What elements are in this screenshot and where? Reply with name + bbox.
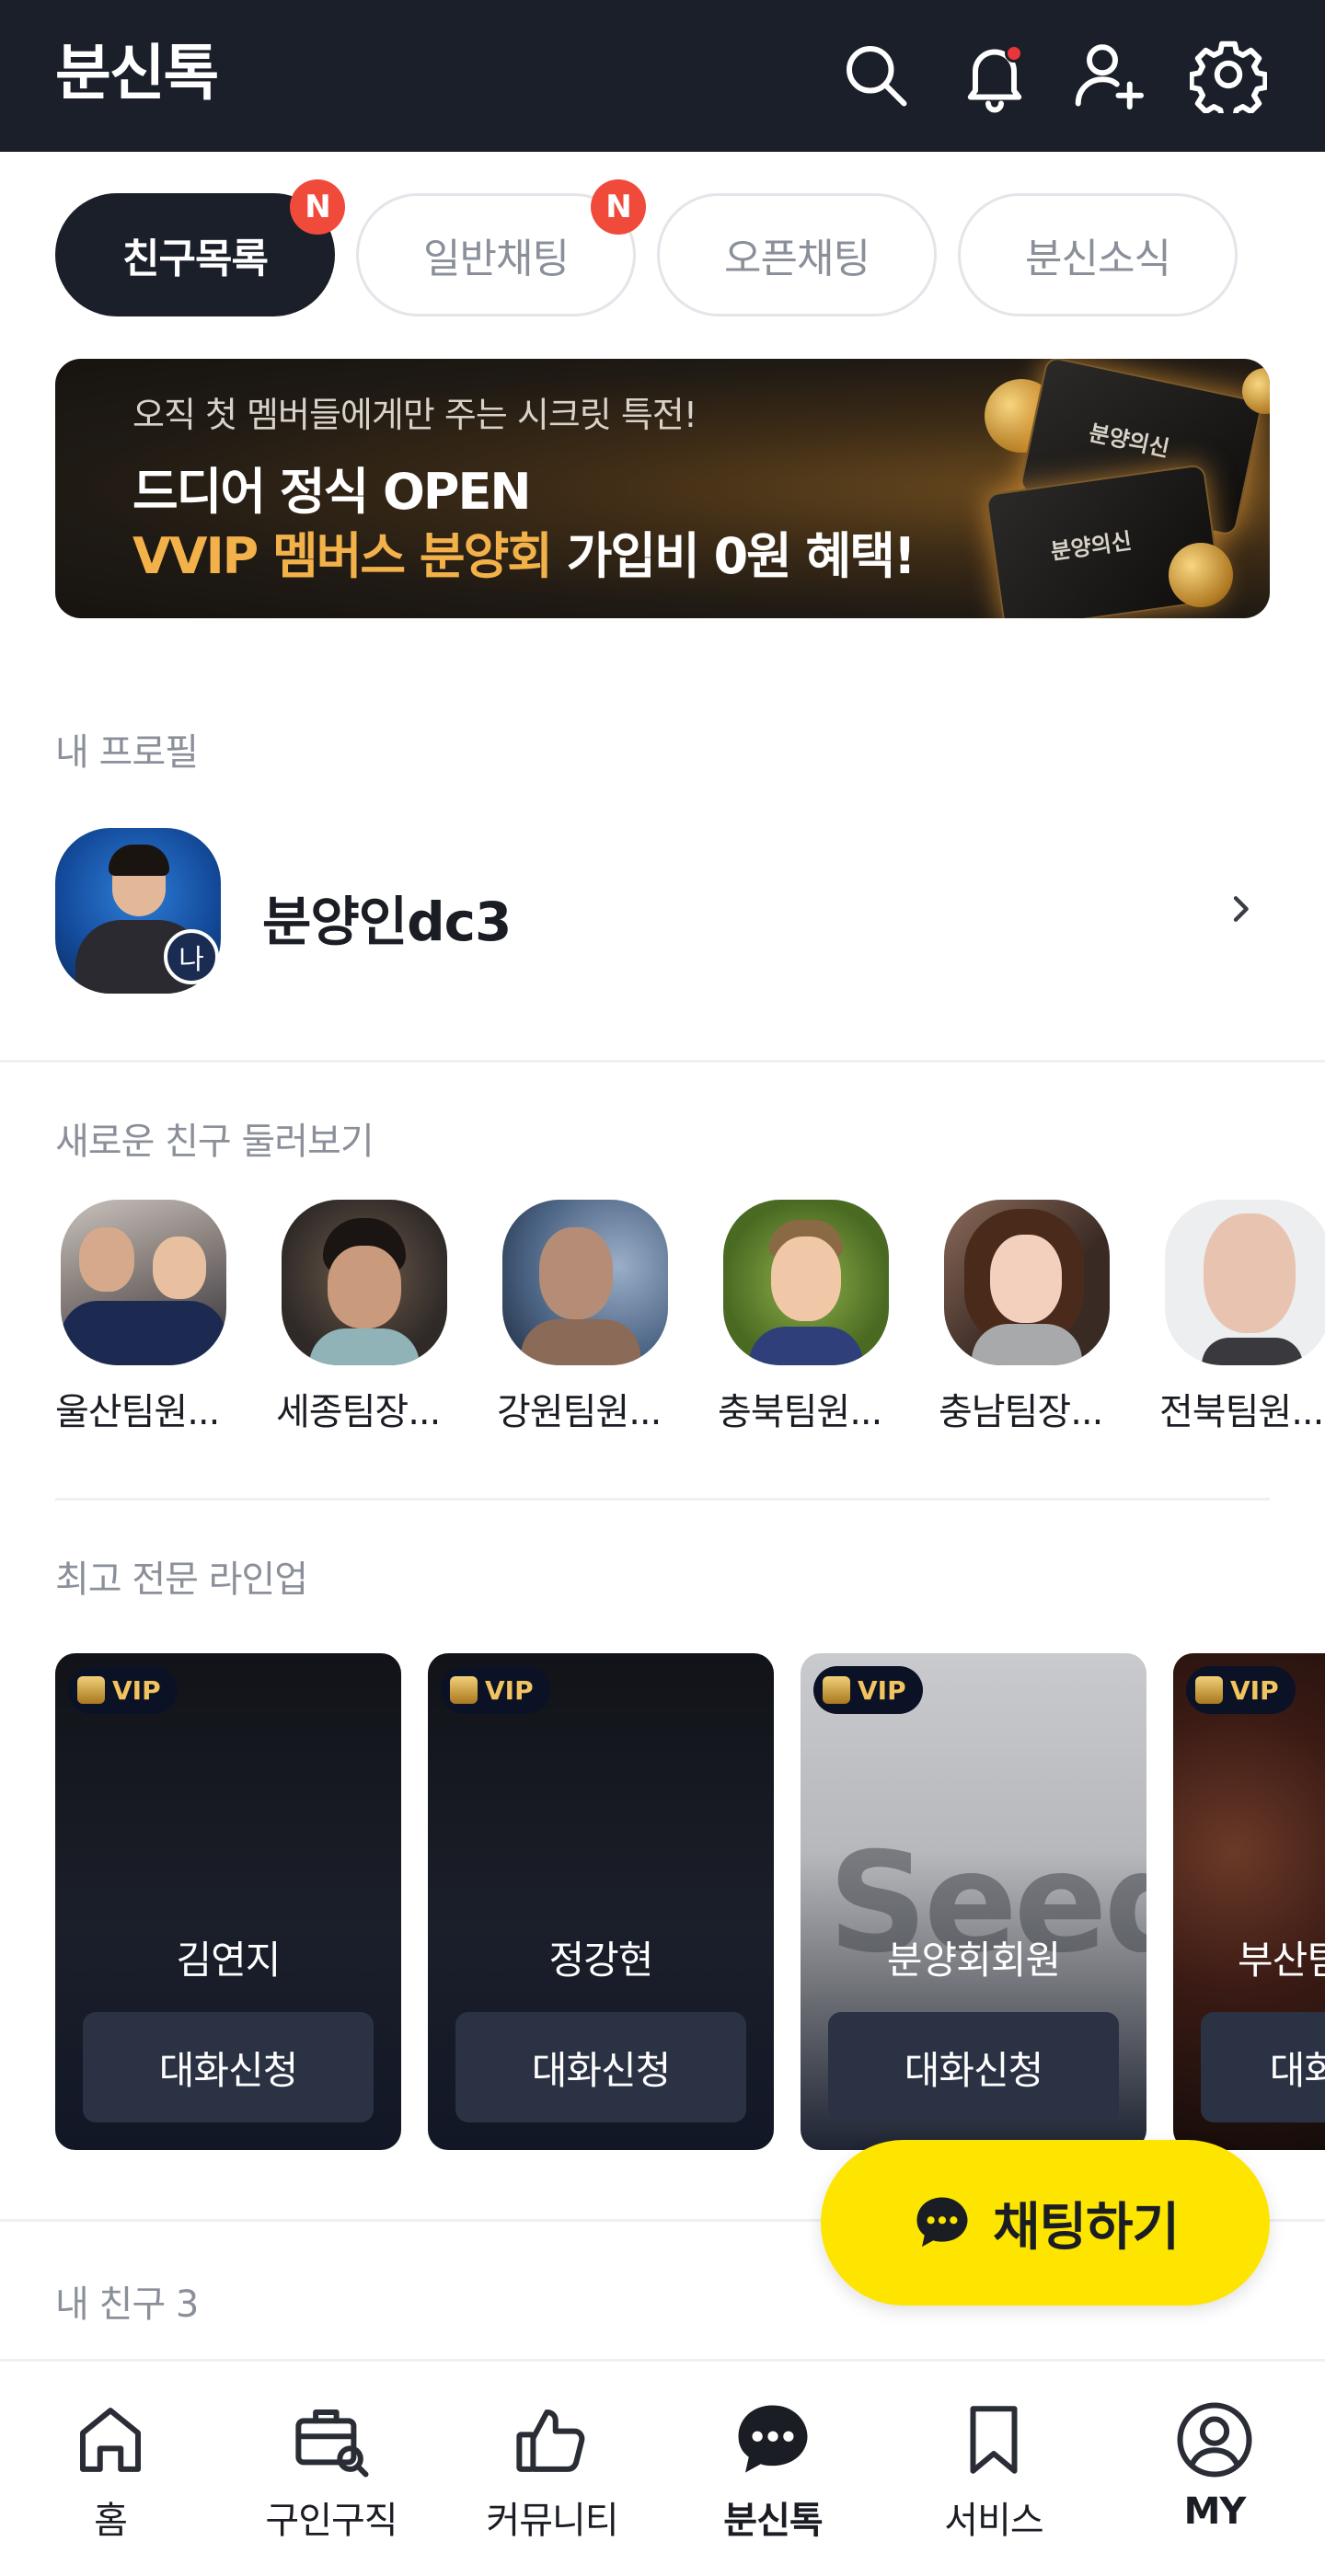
banner-headline: 드디어 정식 OPEN	[132, 463, 532, 521]
avatar	[282, 1200, 447, 1365]
tab-label: 오픈채팅	[724, 236, 870, 282]
avatar	[502, 1200, 668, 1365]
start-chat-label: 채팅하기	[992, 2197, 1180, 2258]
avatar	[944, 1200, 1110, 1365]
request-chat-button[interactable]: 대화신청	[828, 2012, 1119, 2122]
my-profile-section-title: 내 프로필	[55, 731, 199, 774]
nav-label: 서비스	[944, 2500, 1043, 2542]
section-divider	[55, 1498, 1270, 1501]
expert-card[interactable]: Seed VIP 분양회회원 대화신청	[801, 1653, 1146, 2150]
tab-open-chat[interactable]: 오픈채팅	[657, 193, 937, 316]
nav-label: 커뮤니티	[486, 2500, 618, 2542]
friend-name: 울산팀원...	[55, 1391, 220, 1433]
me-badge: 나	[164, 929, 219, 984]
tab-friend-list[interactable]: 친구목록 N	[55, 179, 345, 316]
tab-bunsin-news[interactable]: 분신소식	[958, 193, 1238, 316]
crest-icon	[77, 1676, 105, 1704]
new-badge: N	[290, 179, 345, 235]
coin-graphic	[1169, 543, 1233, 607]
tab-label: 분신소식	[1025, 236, 1171, 282]
lineup-section-title: 최고 전문 라인업	[55, 1558, 308, 1601]
friend-name: 충남팀장...	[939, 1391, 1103, 1433]
chevron-right-icon	[1233, 896, 1249, 922]
bottom-navigation: 홈 구인구직 커뮤니티 분신톡 서비스 MY	[0, 2359, 1325, 2576]
bell-icon[interactable]	[953, 33, 1036, 116]
vip-badge: VIP	[813, 1666, 923, 1714]
expert-card[interactable]: VIP 부산팀 대화신청	[1173, 1653, 1325, 2150]
request-chat-button[interactable]: 대화신청	[455, 2012, 746, 2122]
notification-dot	[1005, 44, 1023, 63]
tab-general-chat[interactable]: 일반채팅 N	[356, 179, 646, 316]
nav-jobs[interactable]: 구인구직	[239, 2398, 423, 2546]
promo-banner[interactable]: 오직 첫 멤버들에게만 주는 시크릿 특전! 드디어 정식 OPEN VVIP …	[55, 359, 1270, 618]
nav-label: 분신톡	[723, 2500, 823, 2542]
home-icon	[80, 2408, 141, 2472]
thumbs-up-icon	[516, 2409, 585, 2472]
profile-name: 분양인dc3	[262, 891, 512, 953]
bookmark-icon	[970, 2406, 1018, 2474]
tab-label: 친구목록	[122, 236, 269, 282]
nav-bunsin-talk[interactable]: 분신톡	[681, 2398, 865, 2546]
banner-offer: VVIP 멤버스 분양회 가입비 0원 혜택!	[132, 515, 916, 588]
nav-label: MY	[1183, 2490, 1247, 2533]
crest-icon	[1195, 1676, 1223, 1704]
nav-home[interactable]: 홈	[18, 2398, 202, 2546]
expert-name: 부산팀	[1238, 1938, 1325, 1983]
friend-suggestion[interactable]: 울산팀원...	[55, 1198, 239, 1437]
crest-icon	[450, 1676, 478, 1704]
vip-badge: VIP	[1186, 1666, 1296, 1714]
friend-name: 세종팀장...	[276, 1391, 441, 1433]
friend-suggestion[interactable]: 충남팀장...	[939, 1198, 1123, 1437]
banner-subtitle: 오직 첫 멤버들에게만 주는 시크릿 특전!	[132, 395, 697, 435]
new-badge: N	[591, 179, 646, 235]
nav-label: 구인구직	[265, 2500, 398, 2542]
avatar	[1165, 1200, 1325, 1365]
briefcase-search-icon	[295, 2409, 369, 2478]
expert-name: 분양회회원	[886, 1938, 1061, 1983]
app-title: 분신톡	[55, 38, 219, 109]
add-friend-icon[interactable]	[1067, 33, 1150, 116]
request-chat-button[interactable]: 대화신청	[83, 2012, 374, 2122]
vip-badge: VIP	[441, 1666, 550, 1714]
crest-icon	[823, 1676, 850, 1704]
friend-name: 강원팀원...	[497, 1391, 662, 1433]
gear-icon[interactable]	[1187, 33, 1270, 116]
friend-name: 전북팀원...	[1159, 1391, 1324, 1433]
user-circle-icon	[1177, 2402, 1252, 2478]
request-chat-button[interactable]: 대화신청	[1201, 2012, 1325, 2122]
section-divider	[0, 1060, 1325, 1063]
new-friends-section-title: 새로운 친구 둘러보기	[55, 1121, 374, 1163]
expert-card[interactable]: VIP 김연지 대화신청	[55, 1653, 401, 2150]
chat-bubble-icon	[738, 2405, 808, 2473]
friend-name: 충북팀원...	[718, 1391, 882, 1433]
tab-label: 일반채팅	[423, 236, 570, 282]
banner-offer-rest: 가입비 0원 혜택!	[550, 527, 916, 585]
my-profile-row[interactable]: 나 분양인dc3	[0, 810, 1325, 1021]
avatar	[61, 1200, 226, 1365]
app-header: 분신톡	[0, 0, 1325, 152]
search-icon[interactable]	[834, 33, 916, 116]
banner-offer-highlight: VVIP 멤버스 분양회	[132, 527, 553, 585]
nav-label: 홈	[94, 2500, 128, 2542]
nav-services[interactable]: 서비스	[902, 2398, 1086, 2546]
friend-suggestion[interactable]: 전북팀원...	[1159, 1198, 1325, 1437]
start-chat-button[interactable]: 채팅하기	[821, 2140, 1270, 2306]
my-friends-section-title: 내 친구 3	[55, 2283, 199, 2326]
expert-name: 정강현	[548, 1938, 654, 1983]
avatar	[723, 1200, 889, 1365]
nav-my[interactable]: MY	[1123, 2398, 1307, 2546]
nav-community[interactable]: 커뮤니티	[460, 2398, 644, 2546]
friend-suggestion[interactable]: 충북팀원...	[718, 1198, 902, 1437]
friend-suggestion[interactable]: 세종팀장...	[276, 1198, 460, 1437]
expert-card[interactable]: VIP 정강현 대화신청	[428, 1653, 774, 2150]
expert-name: 김연지	[176, 1938, 282, 1983]
friend-suggestion[interactable]: 강원팀원...	[497, 1198, 681, 1437]
vip-badge: VIP	[68, 1666, 178, 1714]
chat-bubble-icon	[916, 2197, 968, 2248]
